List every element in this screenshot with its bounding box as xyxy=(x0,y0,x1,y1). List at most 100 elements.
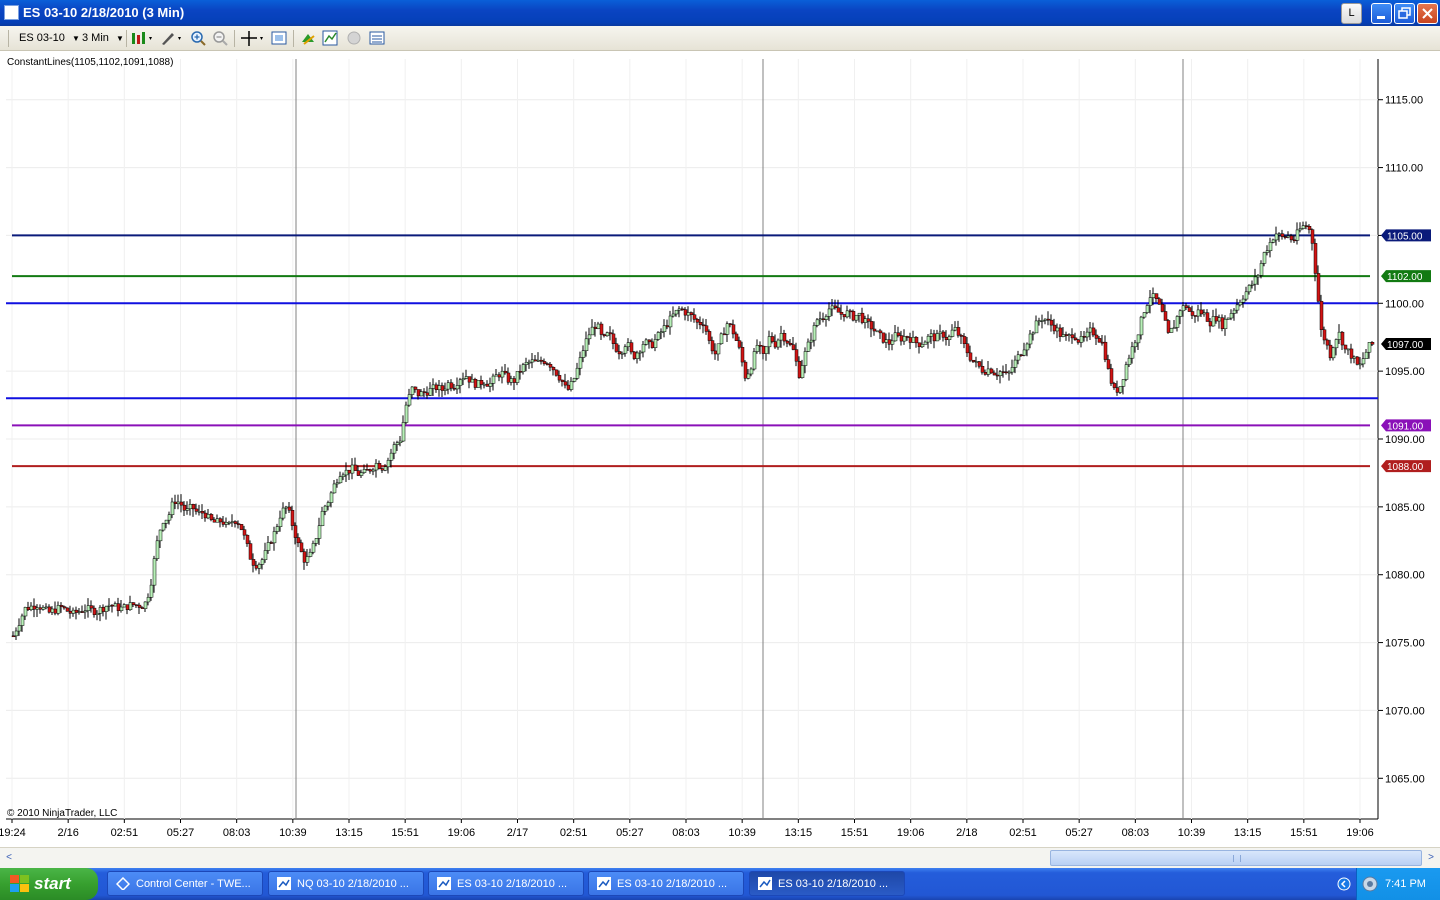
candle-down xyxy=(632,351,637,359)
candle-up xyxy=(1259,263,1264,276)
candle-up xyxy=(284,506,289,509)
candle-up xyxy=(98,607,103,614)
candle-up xyxy=(857,312,862,316)
instrument-label: ES 03-10 xyxy=(19,32,65,44)
candle-up xyxy=(641,344,646,353)
candle-up xyxy=(44,606,49,609)
candle-up xyxy=(83,610,88,613)
candle-up xyxy=(746,373,751,379)
zoom-out-icon[interactable] xyxy=(212,30,228,46)
candle-down xyxy=(473,378,478,388)
window-title: ES 03-10 2/18/2010 (3 Min) xyxy=(23,5,185,20)
candle-up xyxy=(1022,349,1027,356)
minimize-button[interactable] xyxy=(1371,3,1392,24)
taskbar-item-label: NQ 03-10 2/18/2010 ... xyxy=(297,878,409,890)
properties-icon[interactable] xyxy=(369,30,385,46)
restore-icon xyxy=(1398,7,1411,19)
scroll-left-button[interactable]: < xyxy=(2,850,16,866)
candle-down xyxy=(1094,334,1099,339)
price-chart[interactable]: 1115.00 1110.00 1105.00 1100.00 1095.00 1090.… xyxy=(0,51,1440,847)
instrument-selector[interactable]: ES 03-10 ▼ xyxy=(19,29,80,47)
candle-down xyxy=(1019,354,1024,357)
candle-down xyxy=(116,603,121,611)
strategy-icon[interactable] xyxy=(300,30,316,46)
candle-up xyxy=(446,382,451,390)
candle-down xyxy=(1004,371,1009,374)
candle-down xyxy=(1349,348,1354,359)
candle-up xyxy=(1079,336,1084,343)
candle-down xyxy=(1205,312,1210,322)
toolbar-separator xyxy=(234,30,235,47)
candle-up xyxy=(581,350,586,358)
chevron-down-icon: ▼ xyxy=(115,34,124,43)
window-title-bar[interactable]: ES 03-10 2/18/2010 (3 Min) L xyxy=(0,0,1440,26)
restore-button[interactable] xyxy=(1394,3,1415,24)
taskbar-item-es-chart-active[interactable]: ES 03-10 2/18/2010 ... xyxy=(749,871,905,896)
candle-down xyxy=(497,374,502,378)
candle-down xyxy=(1103,341,1108,360)
start-button[interactable]: start xyxy=(0,868,98,900)
network-icon[interactable] xyxy=(1361,875,1379,893)
interval-selector[interactable]: 3 Min ▼ xyxy=(82,29,124,47)
candle-up xyxy=(122,604,127,608)
candle-up xyxy=(1034,320,1039,334)
disabled-circle-icon[interactable] xyxy=(346,30,362,46)
candle-up xyxy=(911,336,916,343)
candle-up xyxy=(77,611,82,613)
x-tick-label: 08:03 xyxy=(223,827,251,839)
candle-up xyxy=(341,474,346,477)
candle-down xyxy=(209,514,214,520)
horizontal-scrollbar[interactable]: < > xyxy=(0,847,1440,868)
taskbar-item-es-chart-1[interactable]: ES 03-10 2/18/2010 ... xyxy=(428,871,584,896)
drawing-tool-icon[interactable] xyxy=(160,30,184,46)
candle-down xyxy=(695,319,700,323)
taskbar-item-es-chart-2[interactable]: ES 03-10 2/18/2010 ... xyxy=(588,871,744,896)
candle-up xyxy=(41,607,46,610)
chart-window-icon xyxy=(277,877,291,890)
candle-down xyxy=(254,565,259,569)
layout-button[interactable]: L xyxy=(1341,3,1362,24)
candle-up xyxy=(344,469,349,476)
taskbar-item-nq-chart[interactable]: NQ 03-10 2/18/2010 ... xyxy=(268,871,424,896)
candle-up xyxy=(197,511,202,513)
x-tick-label: 10:39 xyxy=(1178,827,1206,839)
x-tick-label: 15:51 xyxy=(841,827,869,839)
y-tick-label: 1075.00 xyxy=(1385,638,1425,650)
candle-down xyxy=(1058,327,1063,337)
scroll-right-button[interactable]: > xyxy=(1424,850,1438,866)
chart-window-icon xyxy=(597,877,611,890)
candle-up xyxy=(95,613,100,615)
scrollbar-thumb[interactable] xyxy=(1050,850,1422,866)
candle-up xyxy=(326,502,331,507)
zoom-in-icon[interactable] xyxy=(190,30,206,46)
candle-down xyxy=(917,342,922,348)
candle-down xyxy=(287,506,292,511)
candle-up xyxy=(1286,235,1291,238)
candle-up xyxy=(359,472,364,476)
candle-up xyxy=(455,385,460,390)
candle-up xyxy=(998,371,1003,376)
indicators-icon[interactable] xyxy=(322,30,338,46)
candle-down xyxy=(1082,336,1087,338)
candle-down xyxy=(173,501,178,504)
candle-up xyxy=(1016,354,1021,361)
crosshair-icon[interactable] xyxy=(240,30,266,46)
taskbar-item-control-center[interactable]: Control Center - TWE... xyxy=(107,871,263,896)
windows-flag-icon xyxy=(10,875,29,892)
candle-up xyxy=(1253,276,1258,285)
candle-down xyxy=(1115,387,1120,393)
candle-down xyxy=(611,333,616,345)
candle-down xyxy=(566,384,571,390)
data-box-icon[interactable] xyxy=(271,30,287,46)
candle-up xyxy=(1010,367,1015,373)
chart-style-icon[interactable] xyxy=(130,30,154,46)
candle-down xyxy=(1307,226,1312,230)
candle-up xyxy=(938,331,943,334)
candle-up xyxy=(461,378,466,381)
candle-up xyxy=(272,531,277,544)
close-button[interactable] xyxy=(1417,3,1438,24)
chevron-left-icon[interactable] xyxy=(1337,877,1351,891)
candle-up xyxy=(161,523,166,531)
candle-up xyxy=(1229,313,1234,319)
candle-down xyxy=(722,333,727,336)
